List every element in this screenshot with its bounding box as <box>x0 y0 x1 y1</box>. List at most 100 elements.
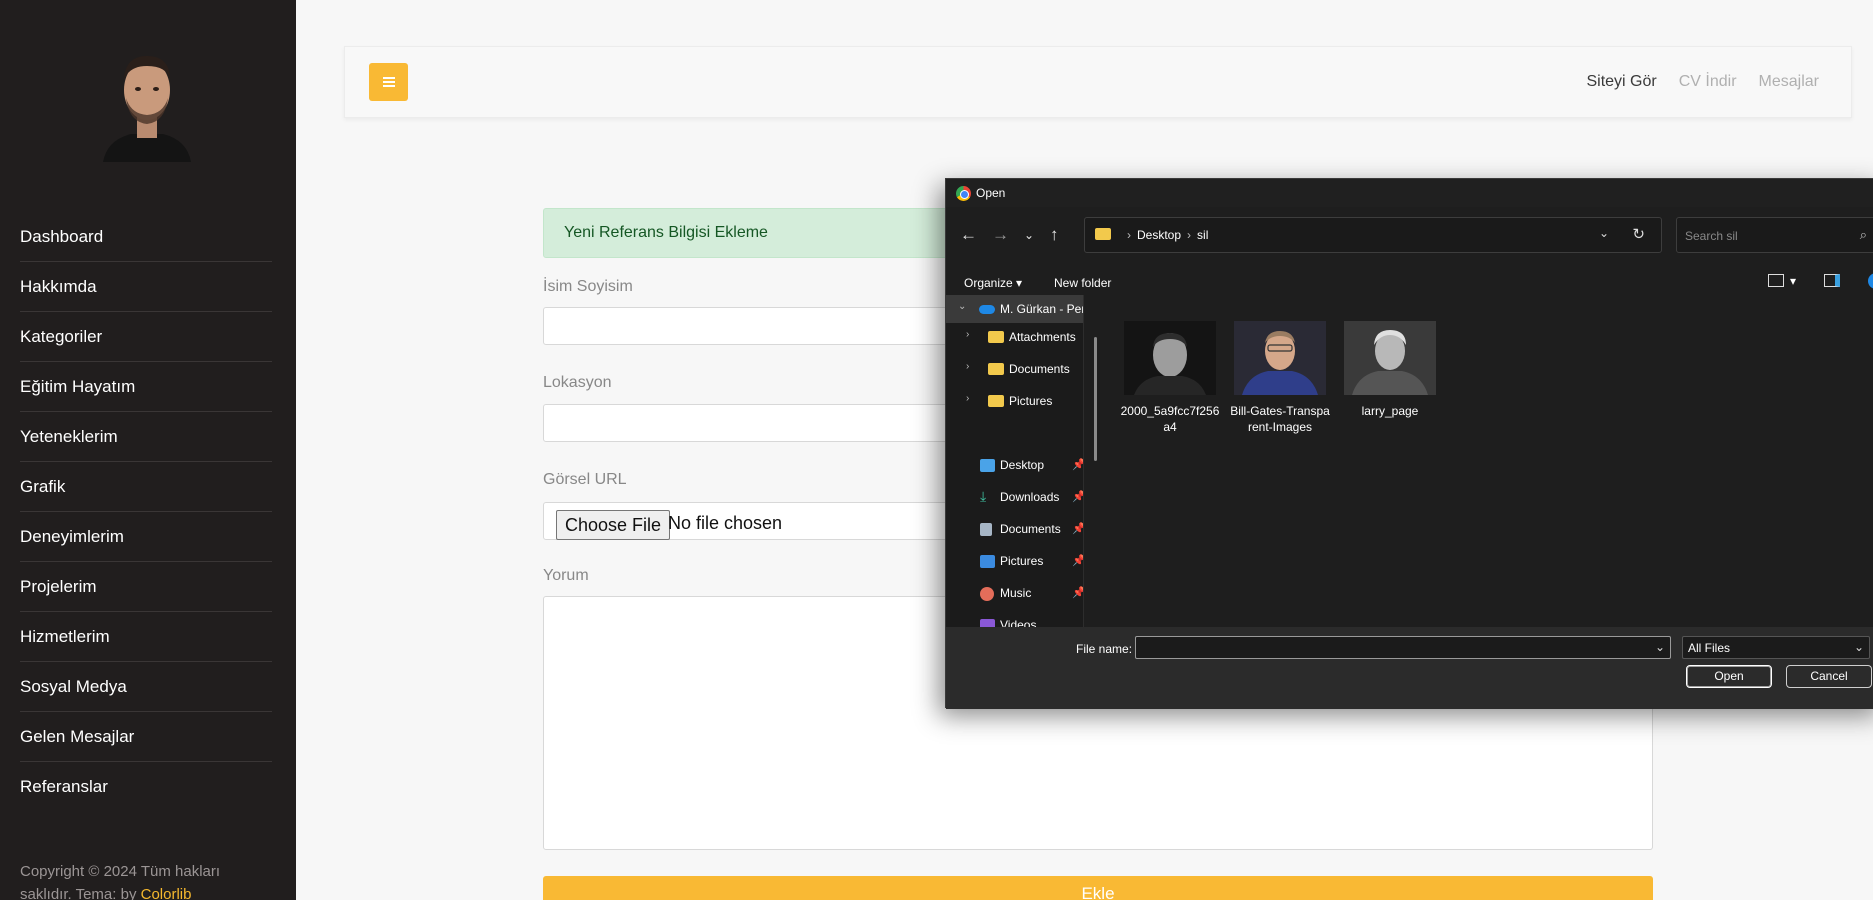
chevron-down-icon[interactable]: ⌄ <box>1599 226 1609 240</box>
nav-grafik[interactable]: Grafik <box>20 462 272 512</box>
pin-icon[interactable]: 📌 <box>1072 490 1083 503</box>
file-name-label: File name: <box>1076 642 1133 656</box>
back-arrow-icon[interactable]: ← <box>960 225 977 245</box>
nav-egitim-hayatim[interactable]: Eğitim Hayatım <box>20 362 272 412</box>
file-item[interactable]: larry_page <box>1340 321 1440 419</box>
sidebar-nav: Dashboard Hakkımda Kategoriler Eğitim Ha… <box>20 212 272 812</box>
dialog-title: Open <box>976 186 1006 200</box>
music-icon <box>980 587 994 601</box>
tree-documents[interactable]: › Documents <box>946 355 1083 383</box>
nav-hizmetlerim[interactable]: Hizmetlerim <box>20 612 272 662</box>
top-links: Siteyi Gör CV İndir Mesajlar <box>1586 73 1819 91</box>
tree-scrollbar[interactable] <box>1094 337 1097 461</box>
pictures-icon <box>980 555 995 568</box>
open-file-dialog: Open ✕ ← → ⌄ ↑ ›Desktop›sil ⌄ ↻ Search s… <box>945 178 1873 709</box>
image-url-label: Görsel URL <box>543 471 627 488</box>
quick-documents[interactable]: Documents 📌 <box>946 515 1083 543</box>
view-options-icon[interactable] <box>1768 274 1784 287</box>
nav-dashboard[interactable]: Dashboard <box>20 212 272 262</box>
file-type-select[interactable]: All Files ⌄ <box>1682 636 1870 659</box>
quick-videos[interactable]: Videos <box>946 611 1083 627</box>
chevron-down-icon[interactable]: ⌄ <box>958 301 966 312</box>
comment-label: Yorum <box>543 567 589 584</box>
search-icon: ⌕ <box>1859 227 1867 242</box>
name-label: İsim Soyisim <box>543 278 633 295</box>
quick-downloads-label: Downloads <box>1000 490 1060 504</box>
chevron-right-icon[interactable]: › <box>966 329 969 340</box>
tree-pictures[interactable]: › Pictures <box>946 387 1083 415</box>
organize-label: Organize <box>964 276 1013 290</box>
quick-downloads[interactable]: ⤓ Downloads 📌 <box>946 483 1083 511</box>
image-thumbnail <box>1234 321 1326 395</box>
nav-referanslar[interactable]: Referanslar <box>20 762 272 812</box>
sidebar: Dashboard Hakkımda Kategoriler Eğitim Ha… <box>0 0 296 900</box>
tree-pictures-label: Pictures <box>1009 394 1053 408</box>
sidebar-toggle-button[interactable] <box>369 63 408 101</box>
pin-icon[interactable]: 📌 <box>1072 522 1083 535</box>
breadcrumb-sil[interactable]: sil <box>1197 228 1208 242</box>
nav-hakkimda[interactable]: Hakkımda <box>20 262 272 312</box>
up-arrow-icon[interactable]: ↑ <box>1050 225 1059 245</box>
hamburger-icon <box>382 77 395 87</box>
chevron-down-icon[interactable]: ⌄ <box>1655 640 1665 654</box>
top-bar: Siteyi Gör CV İndir Mesajlar <box>344 46 1852 118</box>
quick-pictures[interactable]: Pictures 📌 <box>946 547 1083 575</box>
pin-icon[interactable]: 📌 <box>1072 586 1083 599</box>
tree-onedrive[interactable]: ⌄ M. Gürkan - Per <box>946 295 1083 323</box>
profile-avatar <box>103 56 191 162</box>
dialog-navbar: ← → ⌄ ↑ › Desktop › sil ⌄ ↻ Search sil ⌕ <box>946 217 1873 255</box>
search-box[interactable]: Search sil ⌕ <box>1676 217 1873 253</box>
nav-sosyal-medya[interactable]: Sosyal Medya <box>20 662 272 712</box>
nav-kategoriler[interactable]: Kategoriler <box>20 312 272 362</box>
quick-music[interactable]: Music 📌 <box>946 579 1083 607</box>
nav-yeteneklerim[interactable]: Yeteneklerim <box>20 412 272 462</box>
file-status: No file chosen <box>668 513 783 533</box>
view-chevron-icon[interactable]: ▾ <box>1790 274 1796 288</box>
file-name-input[interactable]: ⌄ <box>1135 636 1671 659</box>
document-icon <box>980 523 992 536</box>
tree-attachments-label: Attachments <box>1009 330 1076 344</box>
forward-arrow-icon[interactable]: → <box>992 225 1009 245</box>
choose-file-button[interactable]: Choose File <box>556 510 671 540</box>
copyright-text: Copyright © 2024 Tüm hakları saklıdır. T… <box>20 860 260 900</box>
navigation-pane: ⌄ M. Gürkan - Per › Attachments › Docume… <box>946 295 1084 627</box>
download-cv-link[interactable]: CV İndir <box>1679 73 1737 91</box>
colorlib-link[interactable]: Colorlib <box>141 886 192 900</box>
organize-menu[interactable]: Organize ▾ <box>964 276 1022 290</box>
folder-icon <box>1095 228 1111 240</box>
tree-documents-label: Documents <box>1009 362 1070 376</box>
quick-desktop[interactable]: Desktop 📌 <box>946 451 1083 479</box>
view-site-link[interactable]: Siteyi Gör <box>1586 73 1656 91</box>
open-button[interactable]: Open <box>1686 665 1772 688</box>
quick-desktop-label: Desktop <box>1000 458 1045 472</box>
file-item[interactable]: 2000_5a9fcc7f256a4 <box>1120 321 1220 435</box>
breadcrumb: › Desktop › sil <box>1127 228 1209 242</box>
folder-icon <box>988 395 1004 407</box>
chevron-right-icon[interactable]: › <box>966 393 969 404</box>
videos-icon <box>980 619 995 627</box>
refresh-icon[interactable]: ↻ <box>1632 225 1645 243</box>
preview-pane-icon[interactable] <box>1824 274 1840 287</box>
pin-icon[interactable]: 📌 <box>1072 554 1083 567</box>
chevron-right-icon[interactable]: › <box>966 361 969 372</box>
file-type-value: All Files <box>1688 641 1731 655</box>
nav-gelen-mesajlar[interactable]: Gelen Mesajlar <box>20 712 272 762</box>
tree-attachments[interactable]: › Attachments <box>946 323 1083 351</box>
pin-icon[interactable]: 📌 <box>1072 458 1083 471</box>
messages-link[interactable]: Mesajlar <box>1759 73 1819 91</box>
quick-music-label: Music <box>1000 586 1032 600</box>
file-item[interactable]: Bill-Gates-Transparent-Images <box>1230 321 1330 435</box>
address-bar[interactable]: › Desktop › sil ⌄ ↻ <box>1084 217 1662 253</box>
add-button[interactable]: Ekle <box>543 876 1653 900</box>
folder-icon <box>988 331 1004 343</box>
chrome-icon <box>956 186 971 201</box>
help-icon[interactable]: ? <box>1868 273 1873 289</box>
new-folder-button[interactable]: New folder <box>1054 276 1111 290</box>
quick-pictures-label: Pictures <box>1000 554 1044 568</box>
breadcrumb-desktop[interactable]: Desktop <box>1137 228 1181 242</box>
nav-deneyimlerim[interactable]: Deneyimlerim <box>20 512 272 562</box>
cancel-button[interactable]: Cancel <box>1786 665 1872 688</box>
recent-chevron-icon[interactable]: ⌄ <box>1024 228 1034 242</box>
image-thumbnail <box>1124 321 1216 395</box>
nav-projelerim[interactable]: Projelerim <box>20 562 272 612</box>
